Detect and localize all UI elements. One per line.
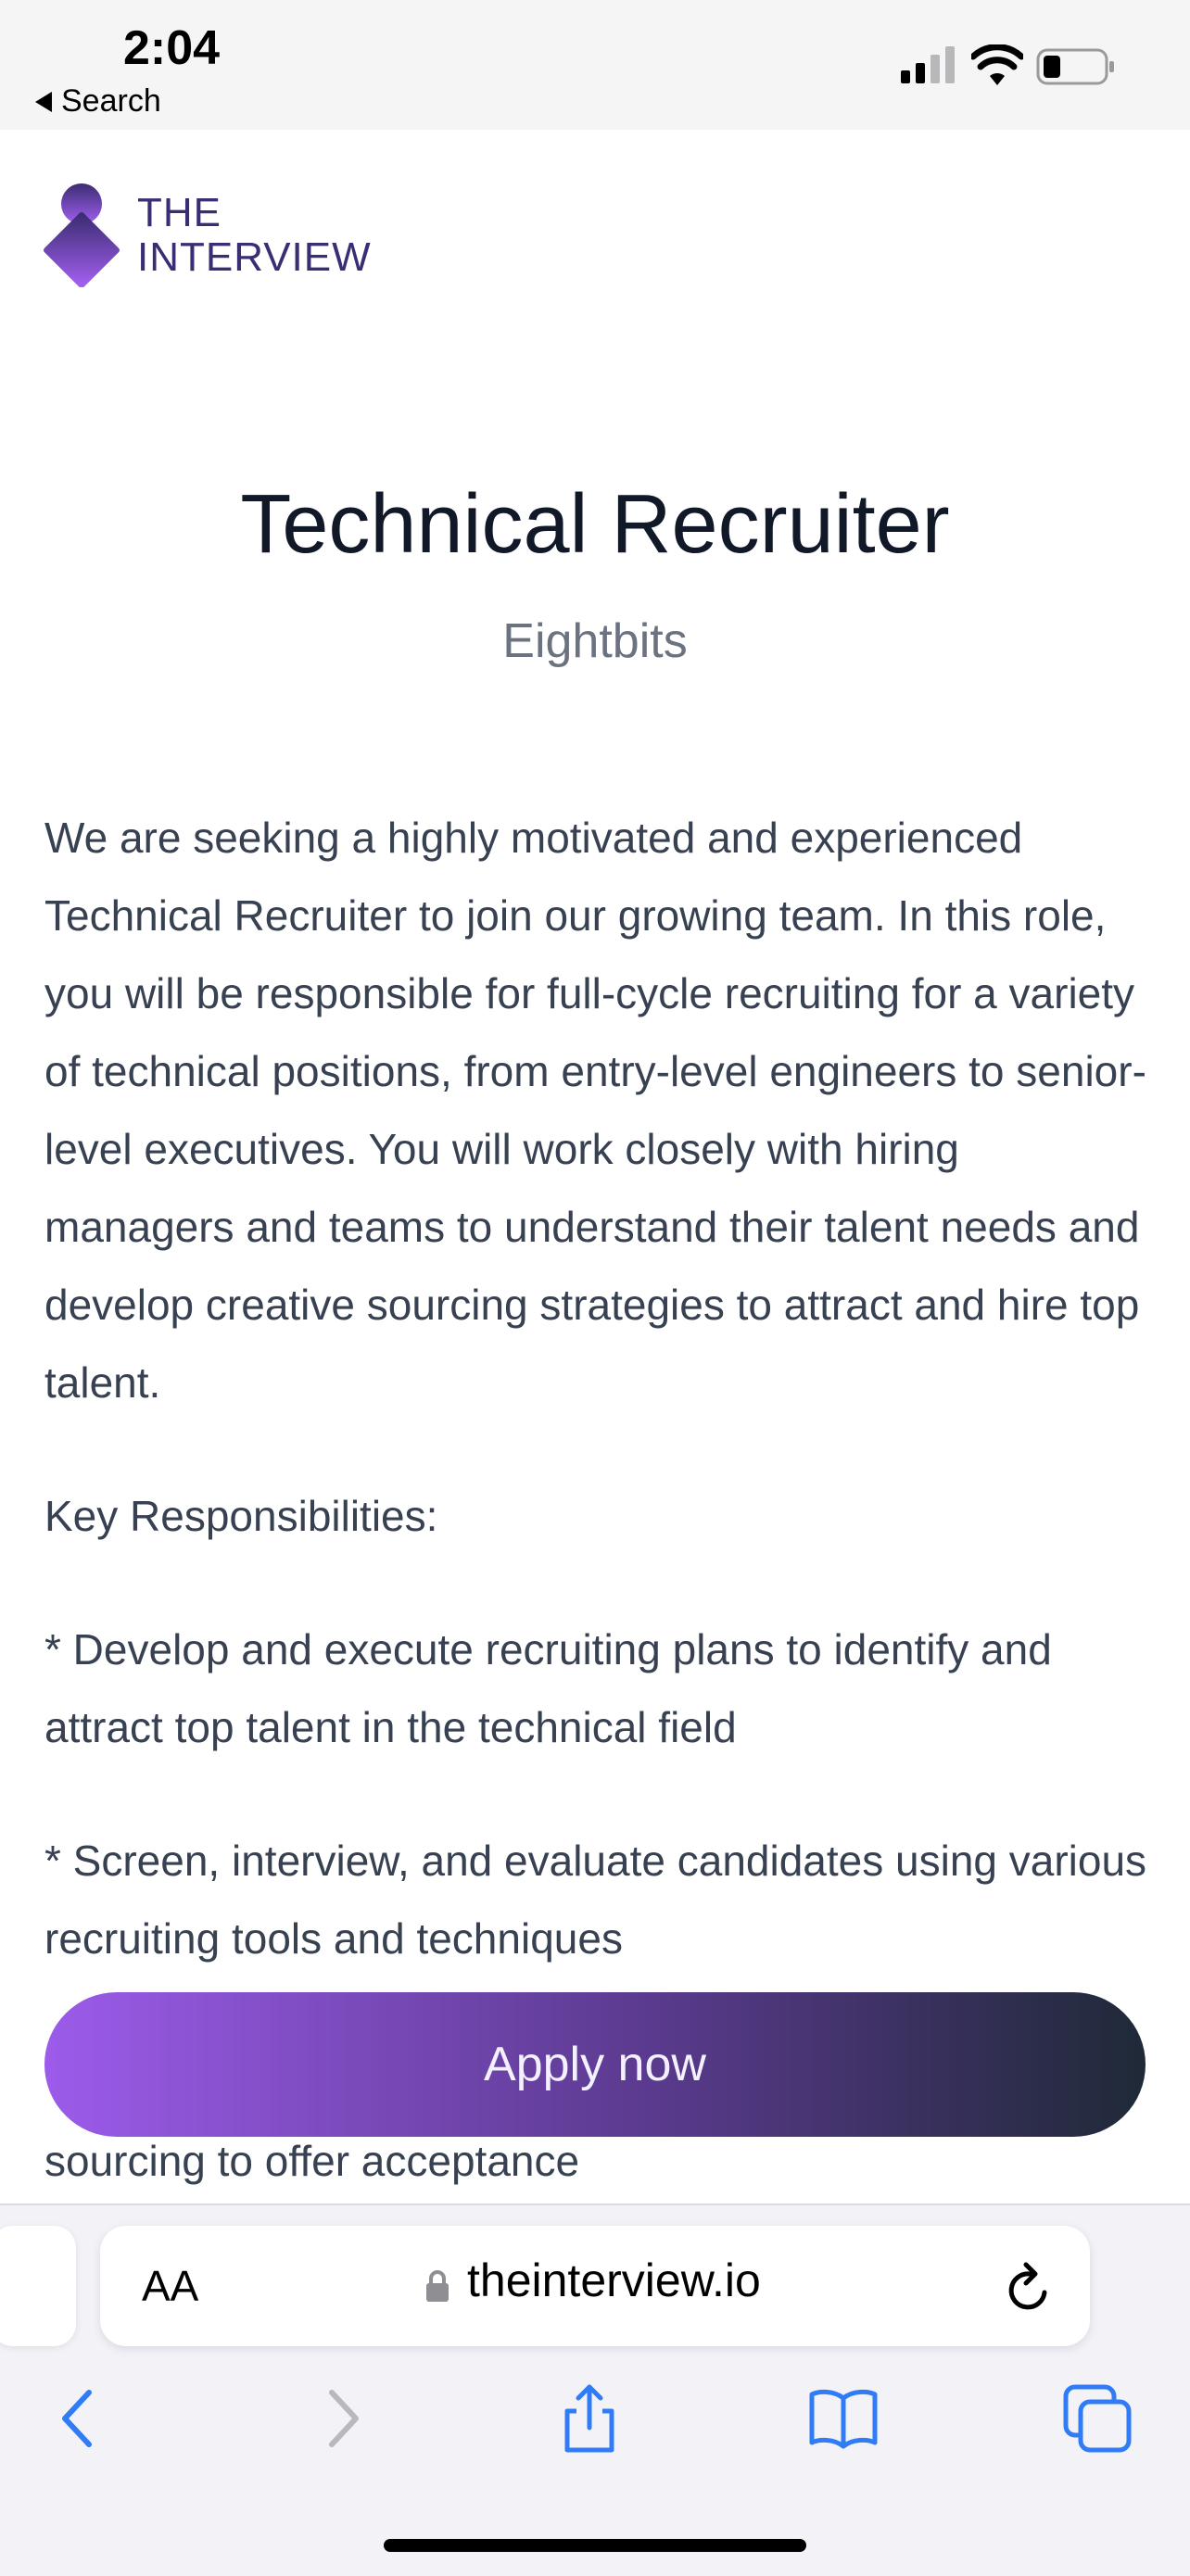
wifi-icon xyxy=(971,44,1023,85)
cellular-signal-icon xyxy=(901,46,955,83)
home-indicator[interactable] xyxy=(384,2539,806,2552)
back-triangle-icon xyxy=(35,91,52,112)
status-time: 2:04 xyxy=(123,21,221,75)
previous-tab-preview[interactable] xyxy=(0,2226,76,2346)
logo-mark-icon xyxy=(44,183,120,287)
logo-text: THE INTERVIEW xyxy=(137,191,372,280)
responsibilities-heading: Key Responsibilities: xyxy=(44,1492,438,1540)
battery-icon xyxy=(1036,48,1114,85)
back-to-search-label: Search xyxy=(61,83,161,119)
url-text[interactable]: theinterview.io xyxy=(467,2254,761,2307)
site-logo[interactable]: THE INTERVIEW xyxy=(43,183,372,287)
logo-text-line1: THE xyxy=(137,190,222,235)
back-icon[interactable] xyxy=(44,2383,115,2454)
text-size-button[interactable]: AA xyxy=(142,2261,198,2311)
status-bar: 2:04 Search xyxy=(0,0,1190,130)
job-title: Technical Recruiter xyxy=(240,478,950,571)
tabs-icon[interactable] xyxy=(1062,2383,1133,2454)
forward-icon[interactable] xyxy=(306,2383,376,2454)
apply-now-button[interactable]: Apply now xyxy=(44,1992,1146,2137)
bookmarks-icon[interactable] xyxy=(808,2383,879,2454)
responsibility-item: * Develop and execute recruiting plans t… xyxy=(44,1625,1052,1751)
lock-icon xyxy=(426,2270,449,2302)
text-size-label: AA xyxy=(142,2262,199,2310)
back-to-search-button[interactable]: Search xyxy=(35,83,161,120)
responsibility-item: * Screen, interview, and evaluate candid… xyxy=(44,1837,1147,1963)
address-bar[interactable]: AA theinterview.io xyxy=(100,2226,1090,2346)
company-name: Eightbits xyxy=(502,614,688,668)
share-icon[interactable] xyxy=(554,2383,625,2454)
logo-text-line2: INTERVIEW xyxy=(137,234,372,280)
job-description: We are seeking a highly motivated and ex… xyxy=(44,799,1157,2200)
description-intro: We are seeking a highly motivated and ex… xyxy=(44,814,1146,1407)
reload-icon[interactable] xyxy=(1004,2259,1056,2315)
